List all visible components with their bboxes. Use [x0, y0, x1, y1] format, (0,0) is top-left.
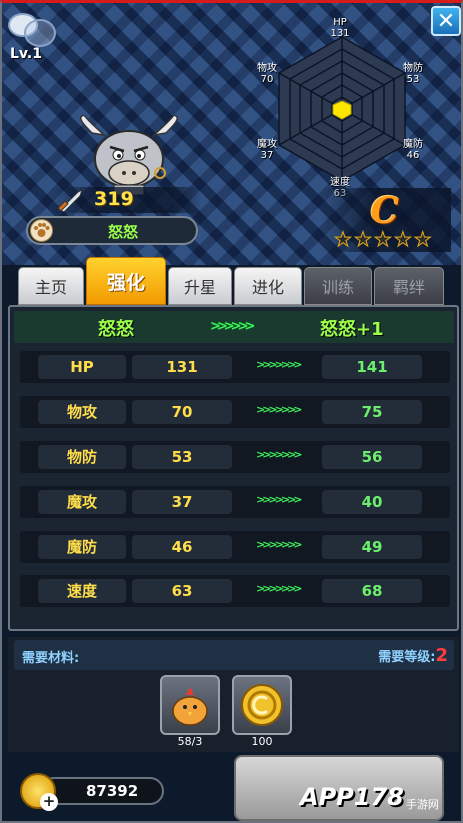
tab-bar: 主页 强化 升星 进化 训练 羁绊 [18, 257, 458, 305]
required-level: 需要等级:2 [378, 645, 448, 666]
stat-row-physical-def: 物防 53 >>>>>>> 56 [20, 441, 450, 473]
combat-power: 319 [52, 187, 202, 213]
star-icon: ★ [353, 227, 372, 251]
stat-row-physical-atk: 物攻 70 >>>>>>> 75 [20, 396, 450, 428]
tab-train[interactable]: 训练 [304, 267, 372, 305]
materials-title: 需要材料: [22, 651, 80, 666]
hero-name: 怒怒 [107, 223, 138, 241]
stat-current: 63 [132, 579, 232, 603]
watermark-brand: APP178 [300, 783, 404, 811]
arrow-icon: >>>>>>> [256, 358, 302, 371]
star-icon: ★ [393, 227, 412, 251]
stat-radar-chart [278, 36, 406, 182]
next-name: 怒怒+1 [320, 319, 384, 340]
material-count: 58/3 [177, 735, 203, 748]
arrow-icon: >>>>>>> [256, 403, 302, 416]
combat-power-value: 319 [94, 188, 134, 210]
stat-next: 141 [322, 355, 422, 379]
star-rating: ★ ★ ★ ★ ★ [334, 227, 433, 251]
game-screen: Lv.1 ✕ HP 131 物防 53 魔防 46 速度 魔攻 37 物攻 70… [0, 0, 463, 823]
radar-label-physical-def: 物防 53 [403, 63, 423, 85]
gold-coin-icon [241, 684, 283, 726]
hero-grade: C [370, 190, 399, 232]
tab-bond[interactable]: 羁绊 [374, 267, 444, 305]
radar-label-hp: HP 131 [330, 17, 350, 39]
stat-row-speed: 速度 63 >>>>>>> 68 [20, 575, 450, 607]
stat-next: 75 [322, 400, 422, 424]
arrow-icon: >>>>>>> [256, 582, 302, 595]
stat-next: 68 [322, 579, 422, 603]
radar-label-magic-atk: 魔攻 37 [257, 139, 277, 161]
stat-current: 70 [132, 400, 232, 424]
stat-row-magic-def: 魔防 46 >>>>>>> 49 [20, 531, 450, 563]
stat-label: 物攻 [38, 400, 126, 424]
stat-label: 魔防 [38, 535, 126, 559]
chick-icon [172, 687, 208, 726]
materials-section: 需要材料: 需要等级:2 58/3 100 [8, 637, 459, 752]
chat-bubble-icon [24, 19, 56, 47]
material-item-coin[interactable] [232, 675, 292, 735]
hero-name-plate: 怒怒 [26, 216, 198, 245]
sword-icon [57, 189, 83, 212]
tab-star-up[interactable]: 升星 [168, 267, 232, 305]
stat-next: 56 [322, 445, 422, 469]
stat-row-magic-atk: 魔攻 37 >>>>>>> 40 [20, 486, 450, 518]
upgrade-arrow-icon: >>>>>> [210, 319, 255, 334]
stat-current: 53 [132, 445, 232, 469]
chat-icon[interactable] [6, 9, 60, 51]
stat-label: 魔攻 [38, 490, 126, 514]
close-button[interactable]: ✕ [431, 6, 461, 36]
star-icon: ★ [373, 227, 392, 251]
watermark: APP178 手游网 [300, 775, 439, 819]
add-gold-button[interactable]: + [20, 773, 58, 811]
material-count: 100 [251, 735, 273, 748]
stat-label: HP [38, 355, 126, 379]
enhance-header: 怒怒 >>>>>> 怒怒+1 [14, 311, 454, 343]
materials-header: 需要材料: 需要等级:2 [14, 640, 454, 670]
stat-next: 49 [322, 535, 422, 559]
hero-level: Lv.1 [10, 46, 42, 62]
stat-next: 40 [322, 490, 422, 514]
arrow-icon: >>>>>>> [256, 448, 302, 461]
required-level-label: 需要等级: [378, 650, 436, 665]
stat-row-hp: HP 131 >>>>>>> 141 [20, 351, 450, 383]
stat-current: 46 [132, 535, 232, 559]
star-icon: ★ [413, 227, 432, 251]
stat-label: 速度 [38, 579, 126, 603]
radar-label-magic-def: 魔防 46 [403, 139, 423, 161]
stat-current: 37 [132, 490, 232, 514]
tab-enhance[interactable]: 强化 [86, 257, 166, 305]
required-level-value: 2 [435, 645, 448, 666]
hero-area: Lv.1 ✕ HP 131 物防 53 魔防 46 速度 魔攻 37 物攻 70… [2, 3, 461, 265]
plus-icon: + [40, 793, 58, 811]
paw-icon [30, 219, 53, 242]
tab-evolve[interactable]: 进化 [234, 267, 302, 305]
star-icon: ★ [334, 227, 353, 251]
arrow-icon: >>>>>>> [256, 493, 302, 506]
current-name: 怒怒 [98, 319, 134, 340]
radar-label-physical-atk: 物攻 70 [257, 63, 277, 85]
tab-home[interactable]: 主页 [18, 267, 84, 305]
arrow-icon: >>>>>>> [256, 538, 302, 551]
stat-current: 131 [132, 355, 232, 379]
gold-balance: 87392 + [20, 773, 166, 811]
enhance-panel: 怒怒 >>>>>> 怒怒+1 HP 131 >>>>>>> 141 物攻 70 … [8, 305, 459, 631]
watermark-sub: 手游网 [405, 798, 439, 811]
stat-label: 物防 [38, 445, 126, 469]
gold-value: 87392 [86, 782, 139, 800]
material-item-chick[interactable] [160, 675, 220, 735]
bull-monster-portrait [79, 115, 179, 195]
